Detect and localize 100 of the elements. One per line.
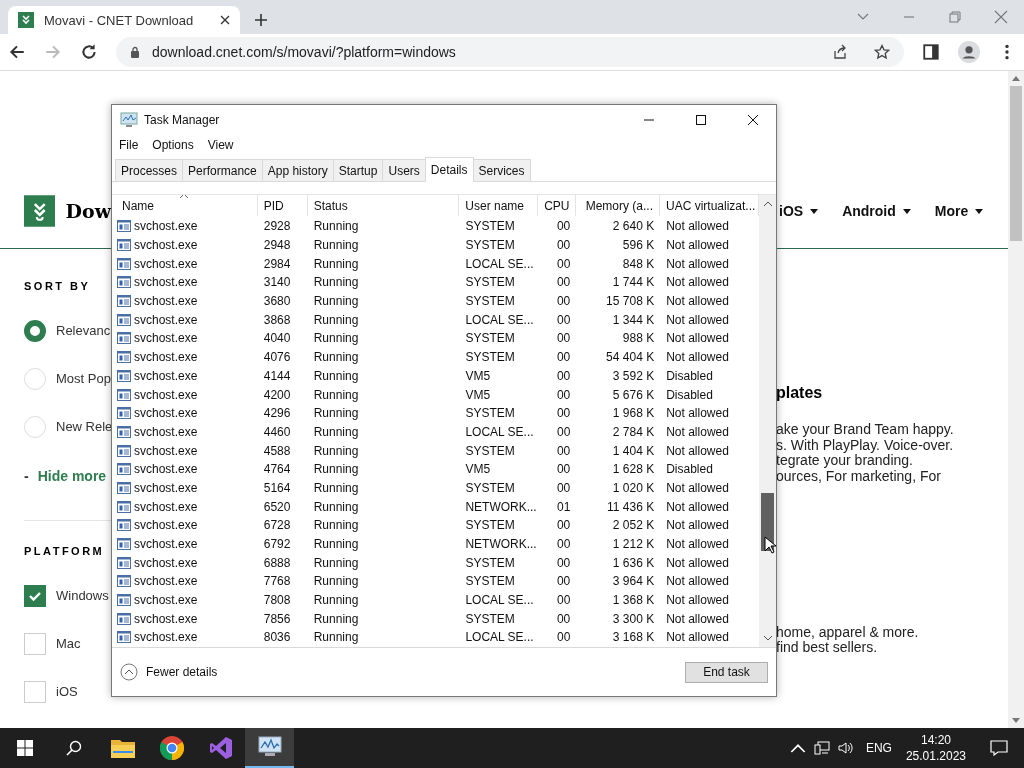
tab[interactable]: Users xyxy=(382,159,426,181)
table-cell-text: 3 964 K xyxy=(611,574,656,589)
column-header[interactable]: PID xyxy=(257,195,308,216)
process-name: svchost.exe xyxy=(134,406,198,421)
close-icon[interactable] xyxy=(220,15,230,25)
network-icon[interactable] xyxy=(813,741,830,755)
checkbox-label[interactable]: iOS xyxy=(56,684,78,699)
table-cell-text: Running xyxy=(312,574,360,589)
column-header[interactable]: User name xyxy=(459,195,539,216)
column-header[interactable]: Name xyxy=(112,195,258,216)
share-icon[interactable] xyxy=(832,44,848,60)
table-cell-text: SYSTEM xyxy=(464,275,516,290)
new-tab-icon[interactable] xyxy=(254,13,268,27)
nav-menu-item[interactable]: Android xyxy=(842,203,911,219)
process-icon xyxy=(117,276,131,289)
process-name: svchost.exe xyxy=(134,256,198,271)
table-cell-text: 4200 xyxy=(262,387,292,402)
scroll-down-icon[interactable] xyxy=(1012,718,1020,723)
checkbox[interactable] xyxy=(24,584,46,607)
table-cell-text: 1 368 K xyxy=(611,593,656,608)
nav-menu-item[interactable]: More xyxy=(934,203,984,219)
radio-label[interactable]: Most Pop xyxy=(56,371,111,386)
logo-icon[interactable] xyxy=(24,195,56,227)
table-cell-text: 1 636 K xyxy=(611,555,656,570)
table-cell-text: Not allowed xyxy=(665,219,730,234)
table-cell-text: 00 xyxy=(555,238,572,253)
table-cell-text: 3680 xyxy=(262,294,292,309)
volume-icon[interactable] xyxy=(837,741,854,755)
side-panel-icon[interactable] xyxy=(922,43,940,61)
table-cell-text: SYSTEM xyxy=(464,611,516,626)
browser-tab[interactable]: Movavi - CNET Download xyxy=(8,6,240,34)
table-cell-text: 00 xyxy=(555,462,572,477)
table-cell-text: Running xyxy=(312,350,360,365)
hide-more-link[interactable]: Hide more xyxy=(37,468,107,484)
reload-icon[interactable] xyxy=(80,43,98,61)
promo-text: ake your Brand Team happy. s. With PlayPlay. Voice-over. tegrate your branding. ources, For marketing, For xyxy=(776,422,955,484)
table-cell-text: Running xyxy=(312,443,360,458)
process-name: svchost.exe xyxy=(134,275,198,290)
table-cell-text: 00 xyxy=(555,611,572,626)
radio-label[interactable]: New Rele xyxy=(56,419,113,434)
chevron-up-circle-icon xyxy=(120,663,138,681)
checkbox-label[interactable]: Mac xyxy=(56,636,81,651)
taskbar-app[interactable] xyxy=(245,728,294,768)
table-cell-text: Running xyxy=(312,424,360,439)
end-task-button[interactable]: End task xyxy=(685,661,768,683)
table-cell-text: 1 628 K xyxy=(611,462,656,477)
address-bar[interactable]: download.cnet.com/s/movavi/?platform=windows xyxy=(116,37,904,67)
notifications-icon[interactable] xyxy=(990,740,1008,756)
process-name: svchost.exe xyxy=(134,555,198,570)
tab[interactable]: Processes xyxy=(115,159,184,181)
page-scrollbar[interactable] xyxy=(1008,71,1024,728)
tab-title: Movavi - CNET Download xyxy=(44,12,195,28)
collapse-sign: - xyxy=(24,468,29,484)
caret-icon xyxy=(975,208,984,214)
tab[interactable]: Services xyxy=(472,159,531,181)
table-cell-text: Not allowed xyxy=(665,275,730,290)
process-icon xyxy=(117,239,131,252)
menu-item[interactable]: View xyxy=(207,138,234,152)
logo-text[interactable]: Dow xyxy=(65,200,111,222)
clock[interactable]: 14:20 25.01.2023 xyxy=(905,732,966,764)
table-cell-text: 4588 xyxy=(262,443,292,458)
profile-icon[interactable] xyxy=(958,41,980,63)
scroll-thumb[interactable] xyxy=(1010,86,1022,241)
clock-time: 14:20 xyxy=(920,732,951,748)
table-cell-text: Not allowed xyxy=(665,312,730,327)
menu-item[interactable]: Options xyxy=(152,138,194,152)
process-icon xyxy=(117,257,131,270)
table-cell-text: 2 784 K xyxy=(611,424,656,439)
table-cell-text: Not allowed xyxy=(665,424,730,439)
checkbox-label[interactable]: Windows xyxy=(56,588,109,603)
scroll-up-icon[interactable] xyxy=(1012,76,1020,81)
table-cell-text: SYSTEM xyxy=(464,443,516,458)
close-icon xyxy=(747,113,759,126)
process-name: svchost.exe xyxy=(134,611,198,626)
process-name: svchost.exe xyxy=(134,238,198,253)
column-header[interactable]: CPU xyxy=(538,195,577,216)
tab[interactable]: Details xyxy=(424,157,474,182)
tab[interactable]: Startup xyxy=(332,159,384,181)
process-icon xyxy=(117,631,131,644)
table-scrollbar[interactable] xyxy=(759,195,776,647)
radio-button[interactable] xyxy=(24,319,46,342)
star-icon[interactable] xyxy=(874,44,890,60)
table-cell-text: VM5 xyxy=(464,462,492,477)
scroll-down-icon[interactable] xyxy=(762,635,773,641)
radio-label[interactable]: Relevanc xyxy=(56,323,111,338)
table-cell-text: 1 968 K xyxy=(611,406,656,421)
table-cell-text: Not allowed xyxy=(665,443,730,458)
tab[interactable]: Performance xyxy=(182,159,263,181)
table-cell-text: Not allowed xyxy=(665,555,730,570)
tab[interactable]: App history xyxy=(261,159,334,181)
column-header[interactable]: Memory (a... xyxy=(576,195,660,216)
scroll-up-icon[interactable] xyxy=(762,201,773,207)
column-header[interactable]: Status xyxy=(307,195,460,216)
language-indicator[interactable]: ENG xyxy=(865,741,892,755)
fewer-details-link[interactable]: Fewer details xyxy=(120,663,218,681)
menu-item[interactable]: File xyxy=(119,138,139,152)
nav-menu-item[interactable]: iOS xyxy=(779,203,819,219)
table-cell-text: SYSTEM xyxy=(464,406,516,421)
table-cell-text: 1 404 K xyxy=(611,443,656,458)
back-icon[interactable] xyxy=(8,43,26,61)
